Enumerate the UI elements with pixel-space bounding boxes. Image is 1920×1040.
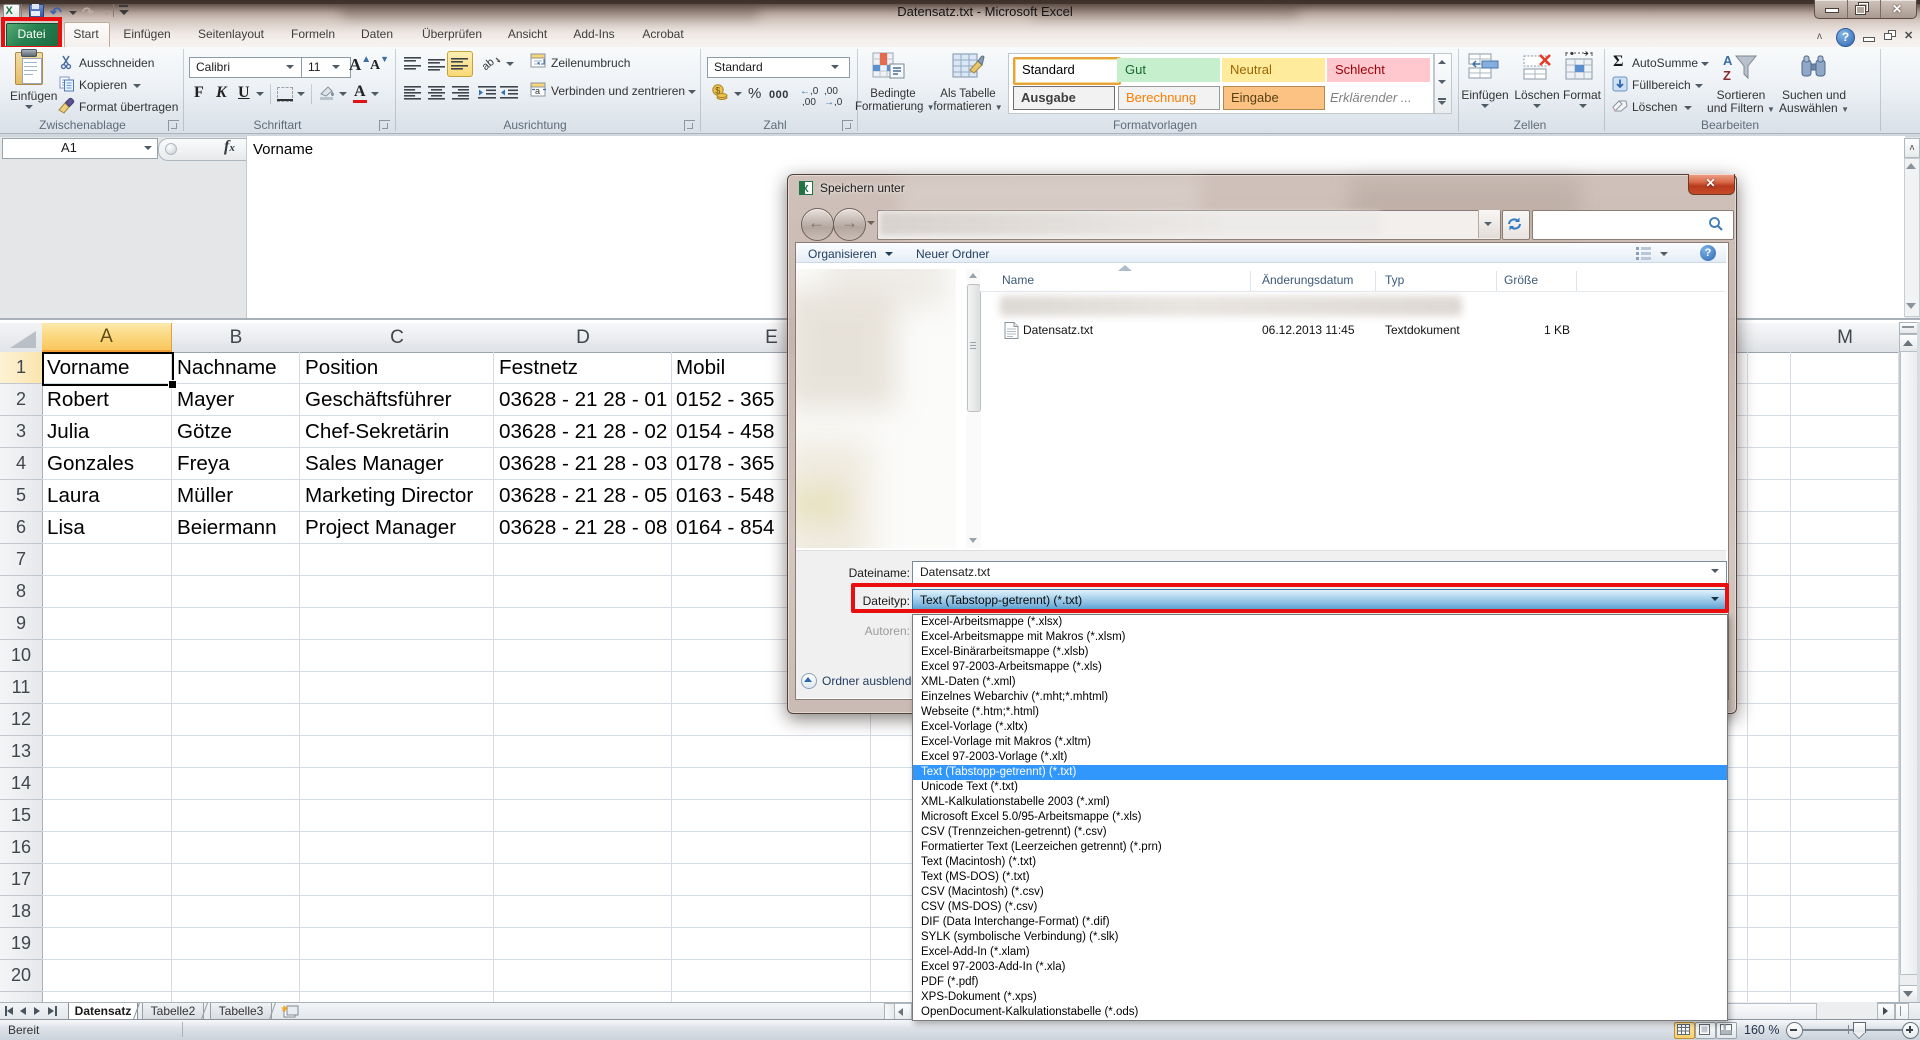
svg-text:Z: Z	[1723, 68, 1731, 83]
svg-text:X: X	[802, 184, 809, 195]
svg-text:A: A	[1723, 53, 1733, 68]
svg-text:ab: ab	[482, 56, 497, 72]
svg-text:a: a	[535, 86, 540, 96]
